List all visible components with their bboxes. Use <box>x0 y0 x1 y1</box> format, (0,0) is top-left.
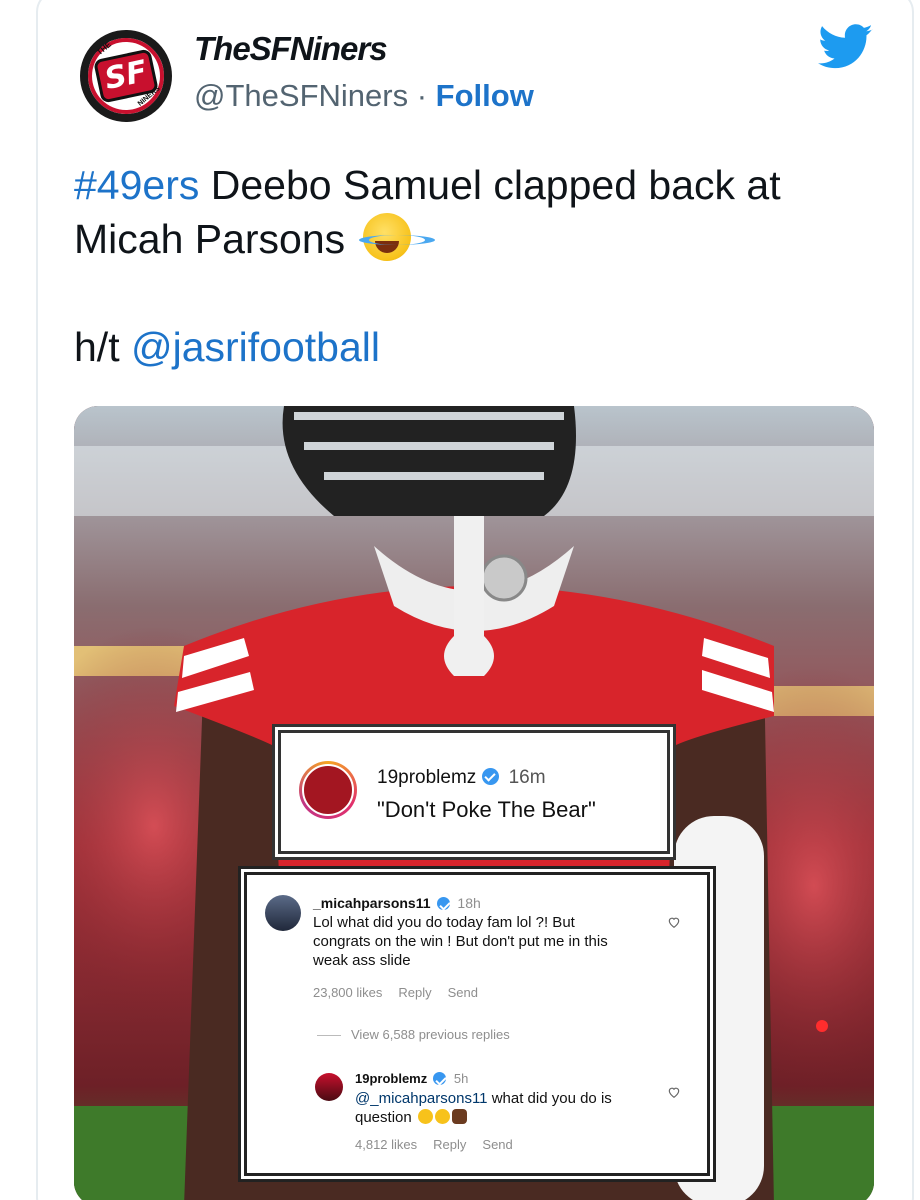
handle-row: @TheSFNiners · Follow <box>194 78 534 114</box>
profile-avatar[interactable]: THE SF NINERS <box>80 30 172 122</box>
comment1-username-row: _micahparsons11 18h <box>313 895 481 911</box>
notification-dot <box>816 1020 828 1032</box>
tweet-media-image[interactable]: 19problemz 16m "Don't Poke The Bear" _mi… <box>74 406 874 1200</box>
comment1-actions: 23,800 likes Reply Send <box>313 985 494 1000</box>
separator: · <box>408 78 436 113</box>
ht-prefix: h/t <box>74 324 131 370</box>
reply-username[interactable]: 19problemz <box>377 767 476 788</box>
view-previous-replies[interactable]: View 6,588 previous replies <box>317 1027 510 1042</box>
comment2-avatar[interactable] <box>315 1073 343 1101</box>
comment1-reply-button[interactable]: Reply <box>398 985 431 1000</box>
comment1-text: Lol what did you do today fam lol ?! But… <box>313 914 608 969</box>
shrug-emoji-icon <box>451 1109 467 1124</box>
comment2-actions: 4,812 likes Reply Send <box>355 1137 529 1152</box>
comment2-likes[interactable]: 4,812 likes <box>355 1137 417 1152</box>
twitter-bird-icon[interactable] <box>818 24 874 70</box>
comment2-text: @_micahparsons11 what did you do is ques… <box>355 1089 655 1127</box>
instagram-reply-card: 19problemz 16m "Don't Poke The Bear" <box>278 730 670 854</box>
handle[interactable]: @TheSFNiners <box>194 78 408 113</box>
comment1-avatar[interactable] <box>265 895 301 931</box>
comment2-username-row: 19problemz 5h <box>355 1071 468 1086</box>
mention-link[interactable]: @jasrifootball <box>131 324 380 370</box>
comment2-send-button[interactable]: Send <box>482 1137 512 1152</box>
hashtag-link[interactable]: #49ers <box>74 162 199 208</box>
instagram-comment-card: _micahparsons11 18h Lol what did you do … <box>244 872 710 1176</box>
comment1-time: 18h <box>457 895 481 911</box>
tweet-text: #49ers Deebo Samuel clapped back at Mica… <box>74 158 874 266</box>
comment1-likes[interactable]: 23,800 likes <box>313 985 382 1000</box>
comment2-username[interactable]: 19problemz <box>355 1071 427 1086</box>
hat-tip: h/t @jasrifootball <box>74 324 380 371</box>
comment1-send-button[interactable]: Send <box>448 985 478 1000</box>
reply-time: 16m <box>508 767 546 788</box>
logo-top-text: THE <box>94 39 114 58</box>
like-heart-icon[interactable] <box>667 915 681 929</box>
verified-badge-icon <box>482 768 500 785</box>
comment2-reply-button[interactable]: Reply <box>433 1137 466 1152</box>
laughing-emoji-icon <box>358 213 435 261</box>
verified-badge-icon <box>433 1072 447 1085</box>
laughing-emoji-icon <box>434 1109 450 1124</box>
grimace-emoji-icon <box>417 1109 433 1124</box>
reply-avatar[interactable] <box>299 761 357 819</box>
comment2-mention[interactable]: @_micahparsons11 <box>355 1090 488 1107</box>
reply-quote: "Don't Poke The Bear" <box>377 797 596 822</box>
comment2-time: 5h <box>453 1071 469 1086</box>
verified-badge-icon <box>436 897 450 910</box>
display-name[interactable]: TheSFNiners <box>194 30 388 68</box>
reply-username-row: 19problemz 16m <box>377 767 546 789</box>
follow-button[interactable]: Follow <box>436 78 534 113</box>
comment1-username[interactable]: _micahparsons11 <box>313 895 431 911</box>
like-heart-icon[interactable] <box>667 1085 681 1099</box>
